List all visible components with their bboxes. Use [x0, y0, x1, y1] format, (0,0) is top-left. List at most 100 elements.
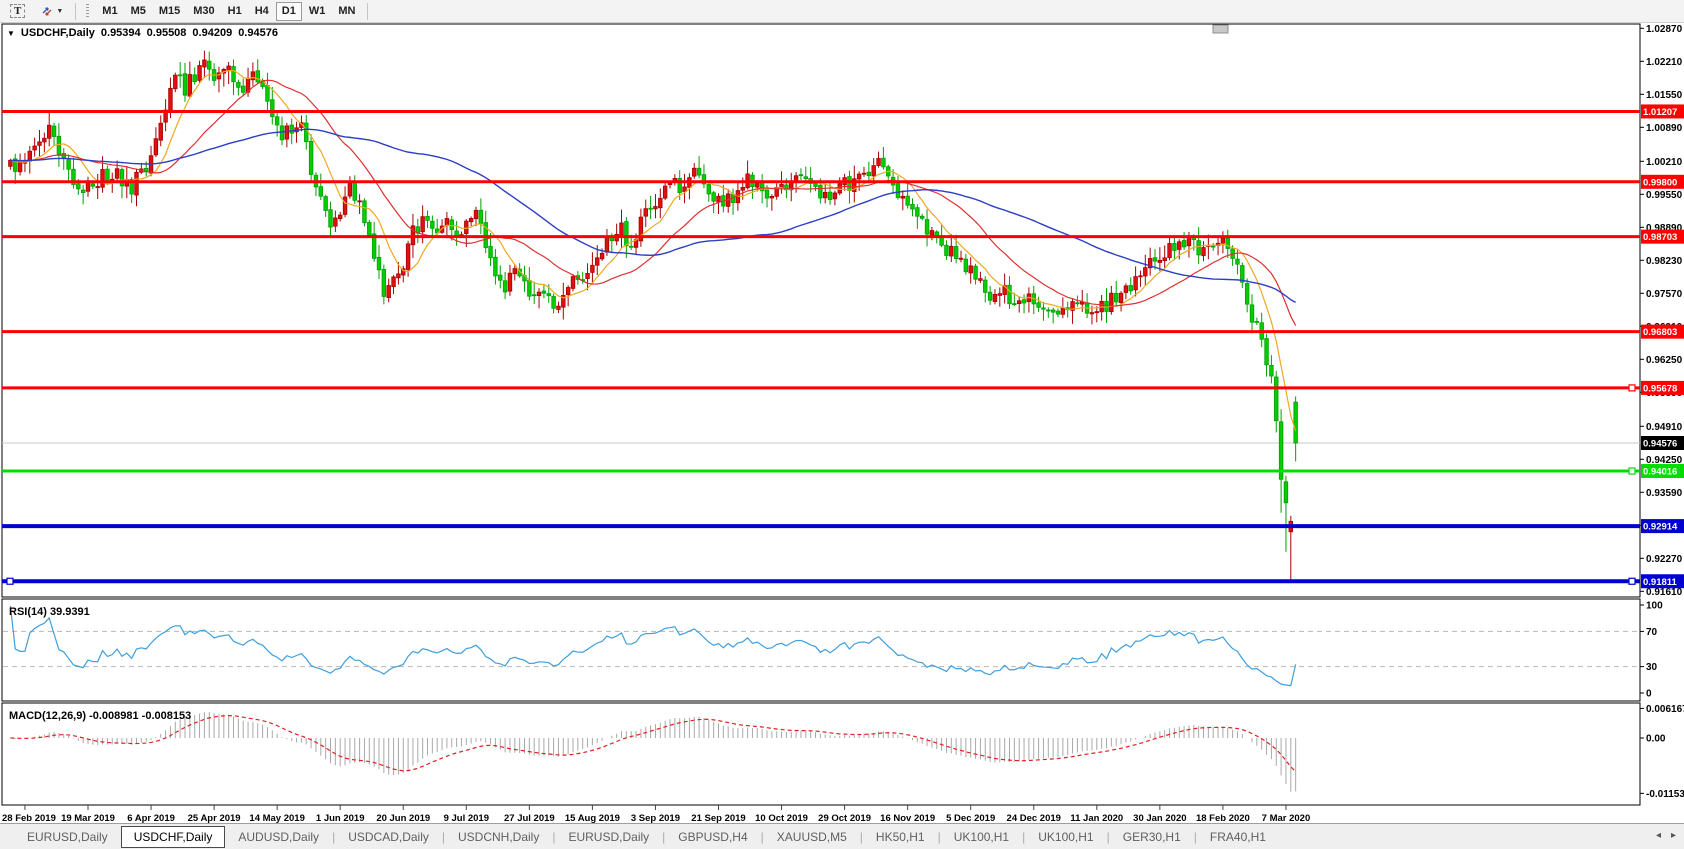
arrange-icon	[40, 4, 54, 18]
macd-panel[interactable]	[2, 703, 1640, 805]
collapse-icon[interactable]: ▼	[7, 29, 15, 38]
timeframe-mn[interactable]: MN	[332, 2, 361, 21]
svg-text:29 Oct 2019: 29 Oct 2019	[818, 813, 871, 823]
svg-text:100: 100	[1646, 601, 1663, 612]
svg-text:1.01207: 1.01207	[1643, 107, 1677, 118]
chart-title: ▼ USDCHF,Daily 0.95394 0.95508 0.94209 0…	[7, 27, 278, 39]
price-badge-0.92914: 0.92914	[1641, 519, 1684, 533]
svg-text:20 Jun 2019: 20 Jun 2019	[376, 813, 430, 823]
price-badge-0.95678: 0.95678	[1641, 381, 1684, 395]
chart-tabs-list: EURUSD,DailyUSDCHF,DailyAUDUSD,Daily|USD…	[14, 826, 1279, 848]
timeframe-m5[interactable]: M5	[125, 2, 152, 21]
macd-label: MACD(12,26,9) -0.008981 -0.008153	[9, 710, 191, 722]
timeframe-group: M1M5M15M30H1H4D1W1MN	[96, 2, 361, 21]
svg-text:28 Feb 2019: 28 Feb 2019	[2, 813, 56, 823]
hline-handle[interactable]	[1629, 385, 1635, 391]
svg-text:14 May 2019: 14 May 2019	[249, 813, 304, 823]
timeframe-h1[interactable]: H1	[222, 2, 248, 21]
toolbar-grip[interactable]	[86, 4, 89, 19]
svg-text:0.00: 0.00	[1646, 734, 1666, 745]
svg-text:9 Jul 2019: 9 Jul 2019	[444, 813, 489, 823]
tab-usdcad-daily[interactable]: USDCAD,Daily	[335, 826, 442, 848]
candle	[363, 198, 367, 226]
tab-hk50-h1[interactable]: HK50,H1	[863, 826, 938, 848]
tab-scroll-left-icon[interactable]: ◂	[1656, 830, 1661, 841]
price-badge-1.01207: 1.01207	[1641, 104, 1684, 118]
tab-scroll-right-icon[interactable]: ▸	[1671, 830, 1676, 841]
svg-text:0.92914: 0.92914	[1643, 522, 1678, 533]
svg-text:0.91610: 0.91610	[1646, 587, 1683, 598]
svg-text:0.96250: 0.96250	[1646, 355, 1683, 366]
svg-text:10 Oct 2019: 10 Oct 2019	[755, 813, 808, 823]
tab-ger30-h1[interactable]: GER30,H1	[1110, 826, 1194, 848]
text-tool-button[interactable]: T	[4, 2, 31, 21]
ohlc-close: 0.94576	[238, 27, 278, 39]
timeframe-d1[interactable]: D1	[276, 2, 302, 21]
hline-handle[interactable]	[1629, 468, 1635, 474]
svg-text:1.01550: 1.01550	[1646, 90, 1683, 101]
svg-text:27 Jul 2019: 27 Jul 2019	[504, 813, 555, 823]
svg-text:3 Sep 2019: 3 Sep 2019	[631, 813, 680, 823]
svg-text:18 Feb 2020: 18 Feb 2020	[1196, 813, 1250, 823]
svg-text:30: 30	[1646, 662, 1658, 673]
svg-text:1.02210: 1.02210	[1646, 57, 1683, 68]
svg-text:1.00210: 1.00210	[1646, 157, 1683, 168]
svg-text:0.94576: 0.94576	[1643, 439, 1677, 450]
chart-scroll-thumb[interactable]	[1213, 25, 1228, 33]
tab-uk100-h1[interactable]: UK100,H1	[1025, 826, 1106, 848]
chart-canvas[interactable]: 1.028701.022101.015501.008901.002100.995…	[0, 23, 1684, 823]
chart-symbol-label: USDCHF,Daily	[21, 27, 95, 39]
svg-text:7 Mar 2020: 7 Mar 2020	[1262, 813, 1311, 823]
toolbar: T ▼ M1M5M15M30H1H4D1W1MN	[0, 0, 1684, 23]
timeframe-m15[interactable]: M15	[153, 2, 186, 21]
svg-text:5 Dec 2019: 5 Dec 2019	[946, 813, 995, 823]
svg-text:1.02870: 1.02870	[1646, 24, 1683, 35]
svg-text:0.98230: 0.98230	[1646, 256, 1683, 267]
svg-text:1.00890: 1.00890	[1646, 123, 1683, 134]
text-tool-icon: T	[10, 4, 25, 18]
tab-fra40-h1[interactable]: FRA40,H1	[1197, 826, 1279, 848]
tab-audusd-daily[interactable]: AUDUSD,Daily	[225, 826, 332, 848]
tab-xauusd-m5[interactable]: XAUUSD,M5	[764, 826, 860, 848]
timeframe-m30[interactable]: M30	[187, 2, 220, 21]
svg-text:16 Nov 2019: 16 Nov 2019	[880, 813, 935, 823]
tab-usdcnh-daily[interactable]: USDCNH,Daily	[445, 826, 552, 848]
timeframe-h4[interactable]: H4	[249, 2, 275, 21]
timeframe-w1[interactable]: W1	[303, 2, 332, 21]
tab-uk100-h1[interactable]: UK100,H1	[941, 826, 1022, 848]
toolbar-separator	[75, 3, 76, 20]
arrange-tool-button[interactable]: ▼	[34, 2, 69, 21]
svg-text:0: 0	[1646, 689, 1652, 700]
hline-handle[interactable]	[1629, 578, 1635, 584]
chevron-down-icon: ▼	[56, 8, 63, 15]
price-badge-0.94016: 0.94016	[1641, 464, 1684, 478]
hline-handle[interactable]	[7, 578, 13, 584]
chart-window: ▼ USDCHF,Daily 0.95394 0.95508 0.94209 0…	[0, 23, 1684, 823]
svg-text:0.006167: 0.006167	[1646, 704, 1684, 715]
tab-gbpusd-h4[interactable]: GBPUSD,H4	[665, 826, 760, 848]
toolbar-separator	[367, 3, 368, 20]
svg-text:0.97570: 0.97570	[1646, 289, 1683, 300]
svg-text:24 Dec 2019: 24 Dec 2019	[1007, 813, 1061, 823]
ohlc-low: 0.94209	[192, 27, 232, 39]
svg-text:-0.011531: -0.011531	[1646, 789, 1684, 800]
tab-usdchf-daily[interactable]: USDCHF,Daily	[121, 826, 226, 848]
svg-text:21 Sep 2019: 21 Sep 2019	[691, 813, 745, 823]
svg-text:11 Jan 2020: 11 Jan 2020	[1070, 813, 1123, 823]
svg-text:19 Mar 2019: 19 Mar 2019	[61, 813, 115, 823]
tab-eurusd-daily[interactable]: EURUSD,Daily	[14, 826, 121, 848]
ohlc-open: 0.95394	[101, 27, 141, 39]
svg-text:0.94910: 0.94910	[1646, 422, 1683, 433]
svg-text:0.95678: 0.95678	[1643, 383, 1677, 394]
svg-text:0.92270: 0.92270	[1646, 554, 1683, 565]
rsi-panel[interactable]	[2, 599, 1640, 701]
svg-text:0.99800: 0.99800	[1643, 177, 1677, 188]
svg-text:0.93590: 0.93590	[1646, 488, 1683, 499]
timeframe-m1[interactable]: M1	[96, 2, 123, 21]
svg-text:1 Jun 2019: 1 Jun 2019	[316, 813, 365, 823]
svg-text:30 Jan 2020: 30 Jan 2020	[1133, 813, 1186, 823]
svg-text:0.98703: 0.98703	[1643, 232, 1677, 243]
price-badge-0.96803: 0.96803	[1641, 325, 1684, 339]
tab-scroll-arrows: ◂ ▸	[1656, 830, 1676, 841]
tab-eurusd-daily[interactable]: EURUSD,Daily	[555, 826, 662, 848]
